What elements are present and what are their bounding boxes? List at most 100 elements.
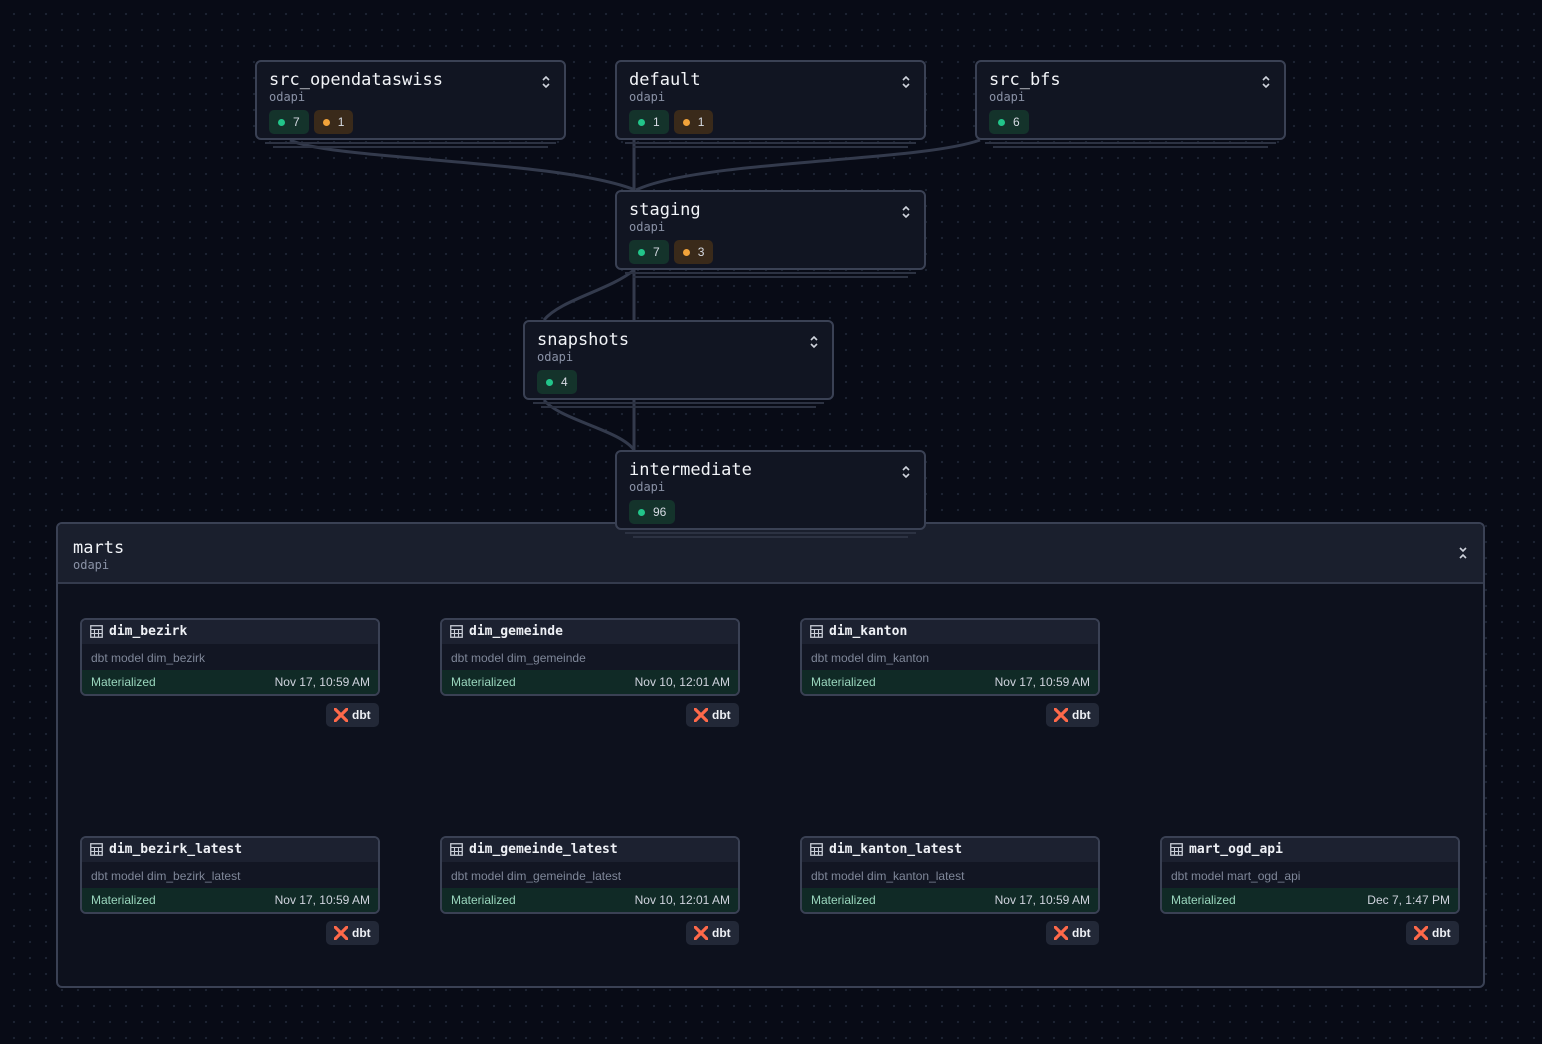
dbt-logo-icon [1414, 926, 1428, 940]
dbt-tag[interactable]: dbt [686, 921, 739, 945]
model-card-dim-gemeinde[interactable]: dim_gemeinde dbt model dim_gemeinde Mate… [440, 618, 740, 696]
table-icon [90, 625, 103, 638]
model-name: dim_bezirk [109, 624, 188, 639]
group-marts[interactable]: marts odapi [56, 522, 1485, 988]
model-card-dim-bezirk[interactable]: dim_bezirk dbt model dim_bezirk Material… [80, 618, 380, 696]
dbt-tag[interactable]: dbt [1046, 703, 1099, 727]
stack-shadow [625, 272, 916, 274]
table-icon [450, 625, 463, 638]
stack-shadow [273, 146, 548, 148]
stack-shadow [541, 406, 816, 408]
group-subtitle: odapi [989, 90, 1026, 104]
model-status: Materialized [451, 893, 516, 907]
group-title: intermediate [629, 460, 752, 480]
dbt-tag[interactable]: dbt [1046, 921, 1099, 945]
model-card-mart-ogd-api[interactable]: mart_ogd_api dbt model mart_ogd_api Mate… [1160, 836, 1460, 914]
stack-shadow [633, 146, 908, 148]
group-node-staging[interactable]: staging odapi 7 3 [615, 190, 926, 278]
model-status-bar: Materialized Nov 17, 10:59 AM [82, 888, 378, 912]
table-icon [810, 843, 823, 856]
model-status: Materialized [811, 675, 876, 689]
group-node-src-bfs[interactable]: src_bfs odapi 6 [975, 60, 1286, 148]
group-node-src-opendataswiss[interactable]: src_opendataswiss odapi 7 1 [255, 60, 566, 148]
stack-shadow [633, 276, 908, 278]
success-count: 7 [653, 245, 660, 259]
collapse-icon[interactable] [1457, 545, 1469, 561]
warning-dot-icon [682, 248, 690, 256]
model-card-dim-kanton[interactable]: dim_kanton dbt model dim_kanton Material… [800, 618, 1100, 696]
dbt-logo-icon [1054, 926, 1068, 940]
model-status-bar: Materialized Nov 17, 10:59 AM [802, 888, 1098, 912]
stack-shadow [625, 142, 916, 144]
status-badges: 7 1 [269, 110, 354, 134]
model-status-bar: Materialized Nov 10, 12:01 AM [442, 670, 738, 694]
dbt-logo-icon [694, 708, 708, 722]
model-name: dim_gemeinde [469, 624, 563, 639]
group-node-intermediate[interactable]: intermediate odapi 96 [615, 450, 926, 538]
expand-icon[interactable] [1260, 74, 1272, 90]
group-node-snapshots[interactable]: snapshots odapi 4 [523, 320, 834, 408]
group-subtitle: odapi [269, 90, 306, 104]
stack-shadow [993, 146, 1268, 148]
model-name: dim_kanton [829, 624, 908, 639]
warning-count: 1 [337, 115, 345, 129]
model-description: dbt model dim_bezirk_latest [91, 869, 241, 883]
model-date: Nov 17, 10:59 AM [994, 675, 1090, 689]
success-count-badge: 4 [537, 370, 577, 394]
group-title: staging [629, 200, 701, 220]
model-name: dim_bezirk_latest [109, 842, 243, 857]
dbt-tag[interactable]: dbt [326, 921, 379, 945]
status-badges: 7 3 [629, 240, 714, 264]
model-card-dim-gemeinde-latest[interactable]: dim_gemeinde_latest dbt model dim_gemein… [440, 836, 740, 914]
dbt-tag-label: dbt [1072, 926, 1091, 940]
stack-shadow [533, 402, 824, 404]
dbt-tag[interactable]: dbt [326, 703, 379, 727]
dbt-tag-label: dbt [712, 926, 731, 940]
group-subtitle: odapi [537, 350, 574, 364]
model-description: dbt model mart_ogd_api [1171, 869, 1301, 883]
stack-shadow [265, 142, 556, 144]
stack-shadow [985, 142, 1276, 144]
model-date: Nov 10, 12:01 AM [634, 675, 730, 689]
model-card-dim-kanton-latest[interactable]: dim_kanton_latest dbt model dim_kanton_l… [800, 836, 1100, 914]
warning-dot-icon [682, 118, 690, 126]
model-description: dbt model dim_gemeinde_latest [451, 869, 622, 883]
expand-icon[interactable] [900, 74, 912, 90]
model-card-header: dim_bezirk [82, 620, 378, 644]
group-title: marts [73, 538, 125, 558]
model-name: dim_kanton_latest [829, 842, 963, 857]
expand-icon[interactable] [540, 74, 552, 90]
group-title: snapshots [537, 330, 630, 350]
model-name: mart_ogd_api [1189, 842, 1283, 857]
model-date: Nov 17, 10:59 AM [274, 675, 370, 689]
model-card-header: dim_gemeinde [442, 620, 738, 644]
dbt-tag-label: dbt [1072, 708, 1091, 722]
dbt-tag[interactable]: dbt [686, 703, 739, 727]
model-description: dbt model dim_gemeinde [451, 651, 586, 665]
expand-icon[interactable] [900, 204, 912, 220]
warning-count-badge: 1 [313, 110, 354, 134]
group-subtitle: odapi [629, 90, 666, 104]
model-status-bar: Materialized Nov 17, 10:59 AM [82, 670, 378, 694]
model-date: Nov 17, 10:59 AM [274, 893, 370, 907]
model-name: dim_gemeinde_latest [469, 842, 618, 857]
dbt-logo-icon [1054, 708, 1068, 722]
expand-icon[interactable] [808, 334, 820, 350]
expand-icon[interactable] [900, 464, 912, 480]
success-count-badge: 1 [629, 110, 669, 134]
model-status: Materialized [811, 893, 876, 907]
model-card-header: dim_gemeinde_latest [442, 838, 738, 862]
dbt-tag[interactable]: dbt [1406, 921, 1459, 945]
model-card-dim-bezirk-latest[interactable]: dim_bezirk_latest dbt model dim_bezirk_l… [80, 836, 380, 914]
model-status: Materialized [91, 893, 156, 907]
success-count-badge: 6 [989, 110, 1029, 134]
success-count: 6 [1013, 115, 1020, 129]
model-description: dbt model dim_kanton [811, 651, 930, 665]
success-count: 4 [561, 375, 568, 389]
model-card-header: dim_kanton [802, 620, 1098, 644]
model-status: Materialized [451, 675, 516, 689]
status-badges: 6 [989, 110, 1029, 134]
group-subtitle: odapi [629, 220, 666, 234]
dbt-tag-label: dbt [1432, 926, 1451, 940]
group-node-default[interactable]: default odapi 1 1 [615, 60, 926, 148]
